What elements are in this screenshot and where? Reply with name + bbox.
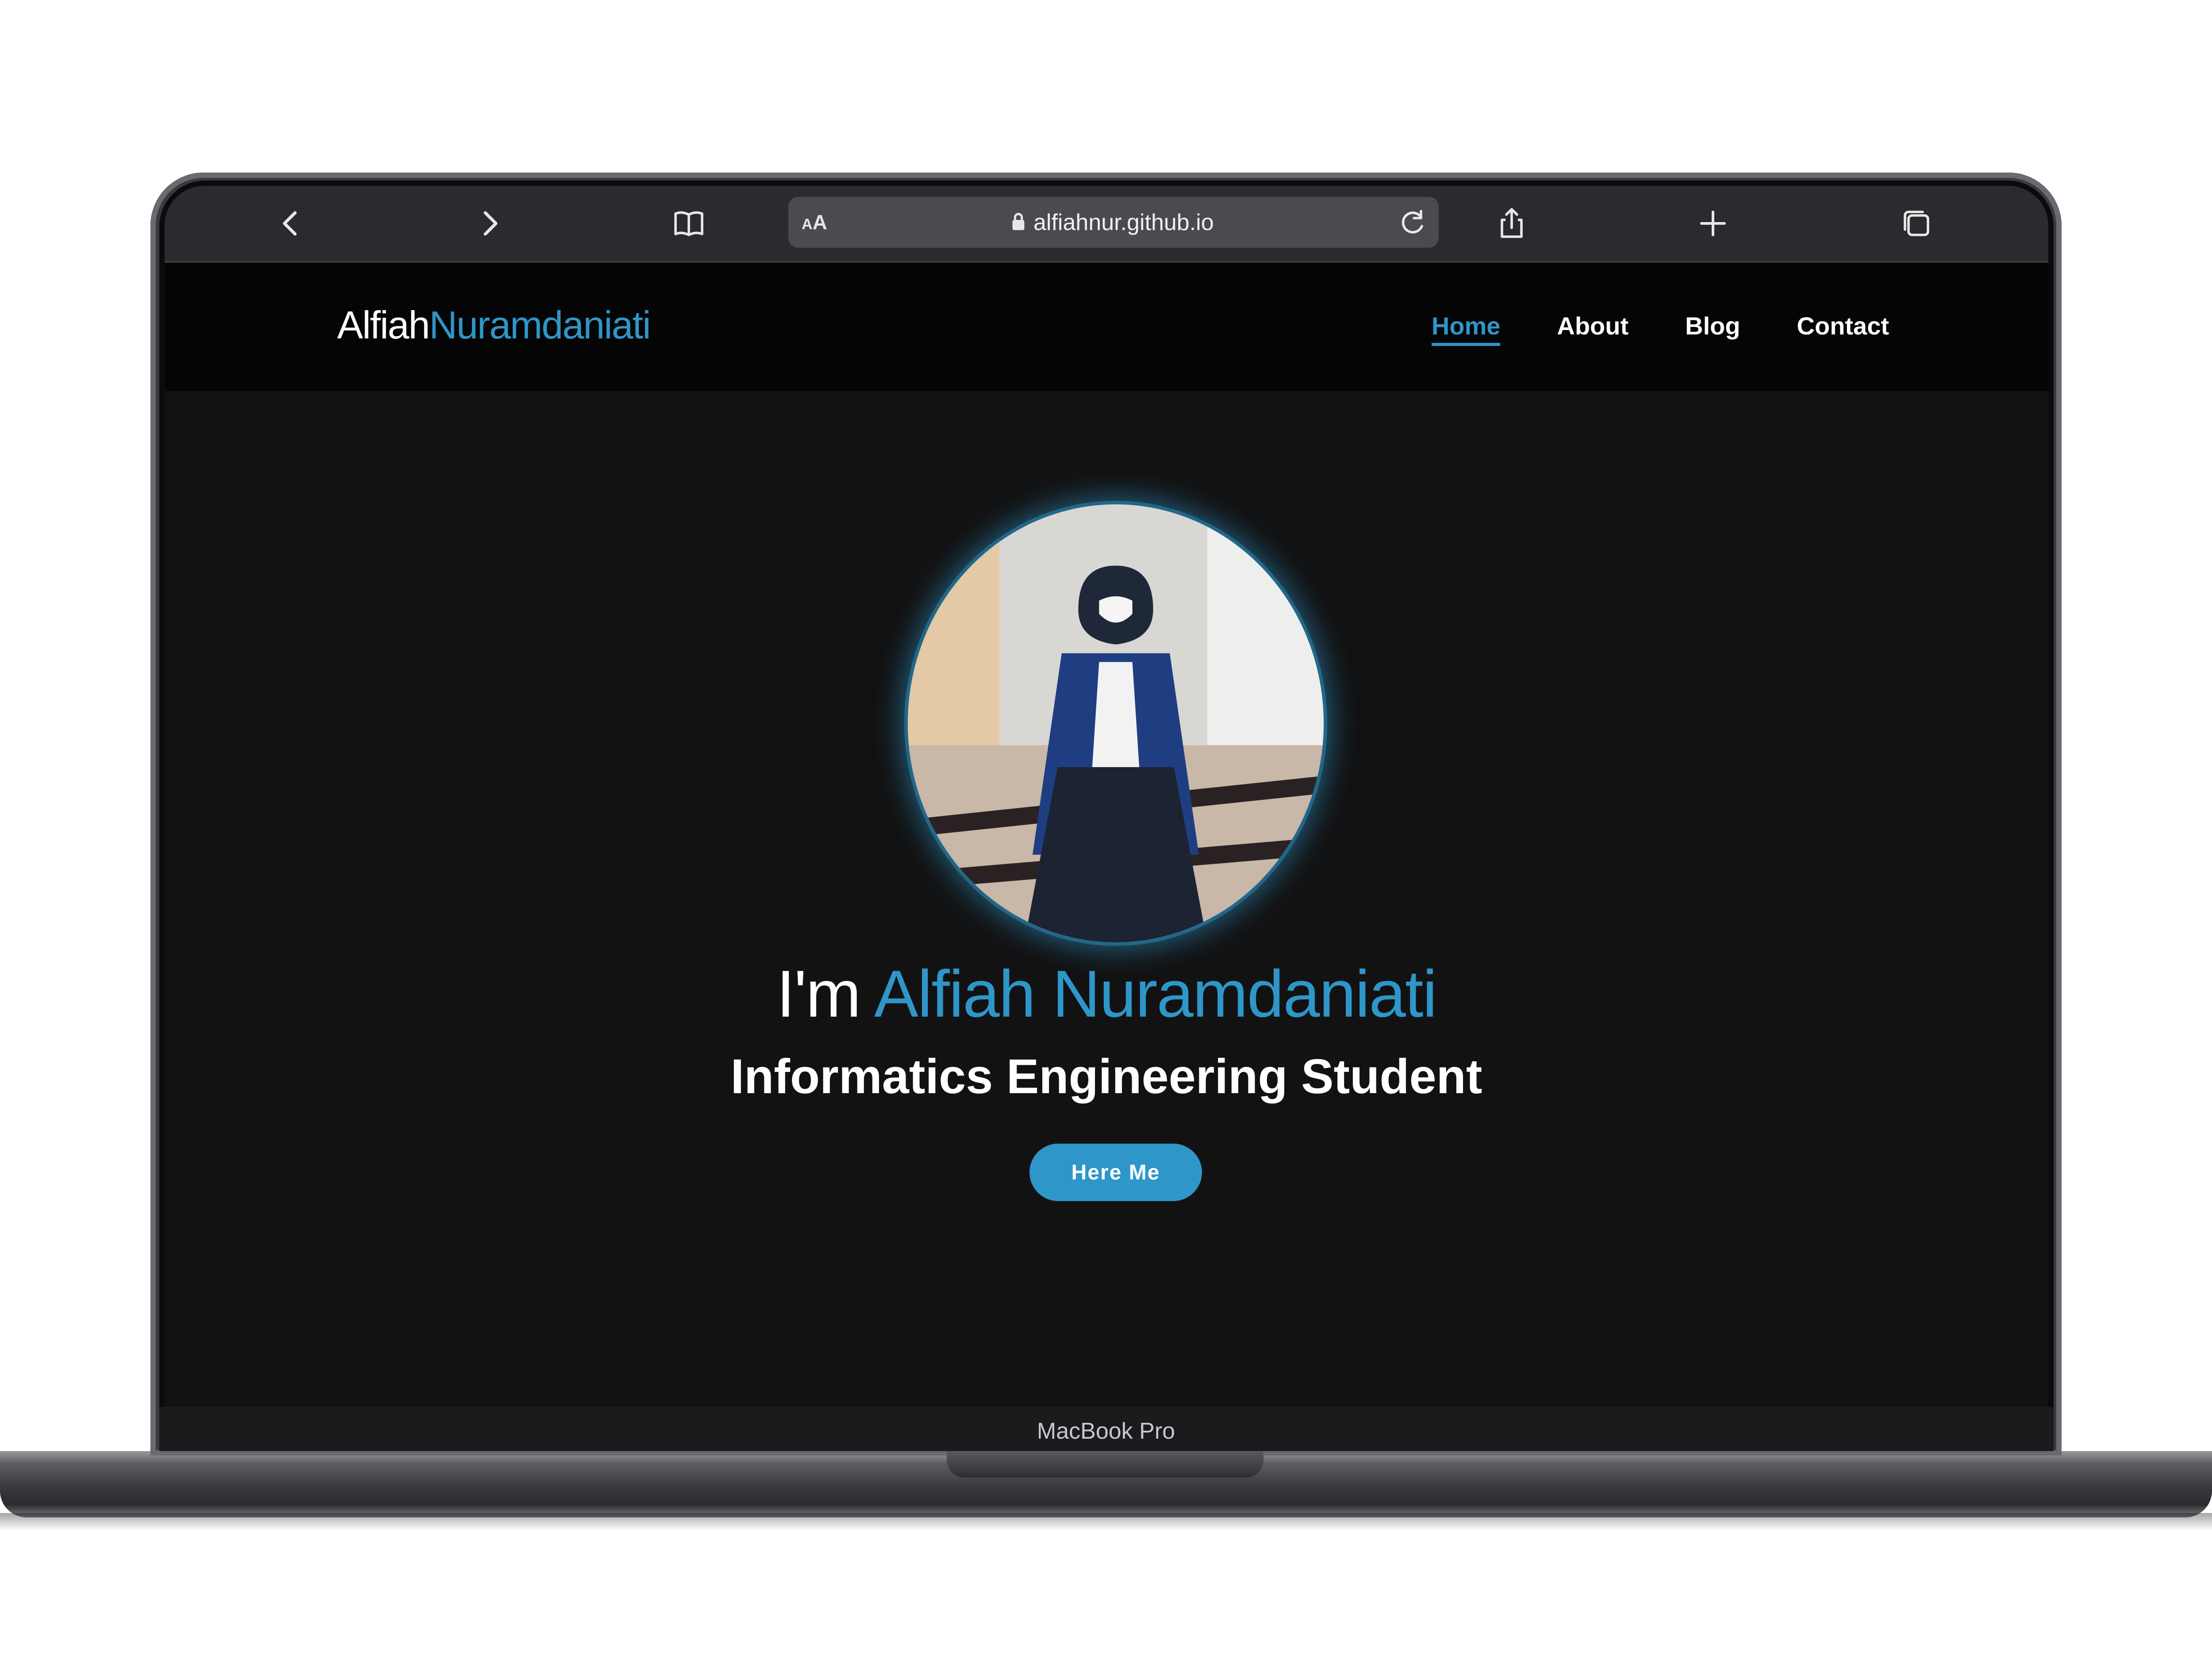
chevron-left-icon (283, 211, 297, 236)
share-icon (1501, 208, 1523, 238)
laptop-notch (947, 1451, 1263, 1478)
nav-contact[interactable]: Contact (1797, 311, 1889, 346)
back-button[interactable] (271, 204, 311, 243)
hero-subtitle: Informatics Engineering Student (730, 1049, 1482, 1104)
reload-button[interactable] (1394, 205, 1430, 240)
bookmarks-button[interactable] (669, 204, 709, 243)
url-display[interactable]: alfiahnur.github.io (1010, 209, 1214, 236)
site-header: AlfiahNuramdaniati Home About Blog Conta… (165, 263, 2048, 391)
share-button[interactable] (1492, 204, 1532, 243)
here-me-button[interactable]: Here Me (1029, 1144, 1202, 1201)
site-logo[interactable]: AlfiahNuramdaniati (337, 303, 651, 348)
chevron-right-icon (484, 211, 498, 236)
reload-icon (1402, 210, 1423, 234)
address-bar[interactable]: AA alfiahnur.github.io (788, 197, 1439, 248)
profile-photo (908, 504, 1324, 942)
nav-about[interactable]: About (1557, 311, 1628, 346)
reader-text-size-button[interactable]: AA (802, 210, 827, 234)
laptop-shadow (0, 1513, 2212, 1531)
new-tab-button[interactable] (1693, 204, 1733, 243)
main-nav: Home About Blog Contact (1431, 311, 1889, 346)
tabs-button[interactable] (1897, 204, 1936, 243)
url-text: alfiahnur.github.io (1033, 210, 1214, 235)
browser-toolbar: AA alfiahnur.github.io (165, 186, 2048, 263)
browser-screen: AA alfiahnur.github.io AlfiahNuramdaniat… (165, 186, 2048, 1407)
plus-icon (1700, 211, 1726, 236)
nav-blog[interactable]: Blog (1685, 311, 1740, 346)
tabs-icon (1904, 211, 1929, 236)
model-label: MacBook Pro (1037, 1418, 1175, 1444)
hero-name: Alfiah Nuramdaniati (874, 956, 1437, 1031)
forward-button[interactable] (470, 204, 510, 243)
lock-icon (1010, 211, 1027, 234)
nav-home[interactable]: Home (1431, 311, 1501, 346)
hero-title: I'm Alfiah Nuramdaniati (776, 956, 1437, 1031)
book-icon (674, 211, 703, 236)
